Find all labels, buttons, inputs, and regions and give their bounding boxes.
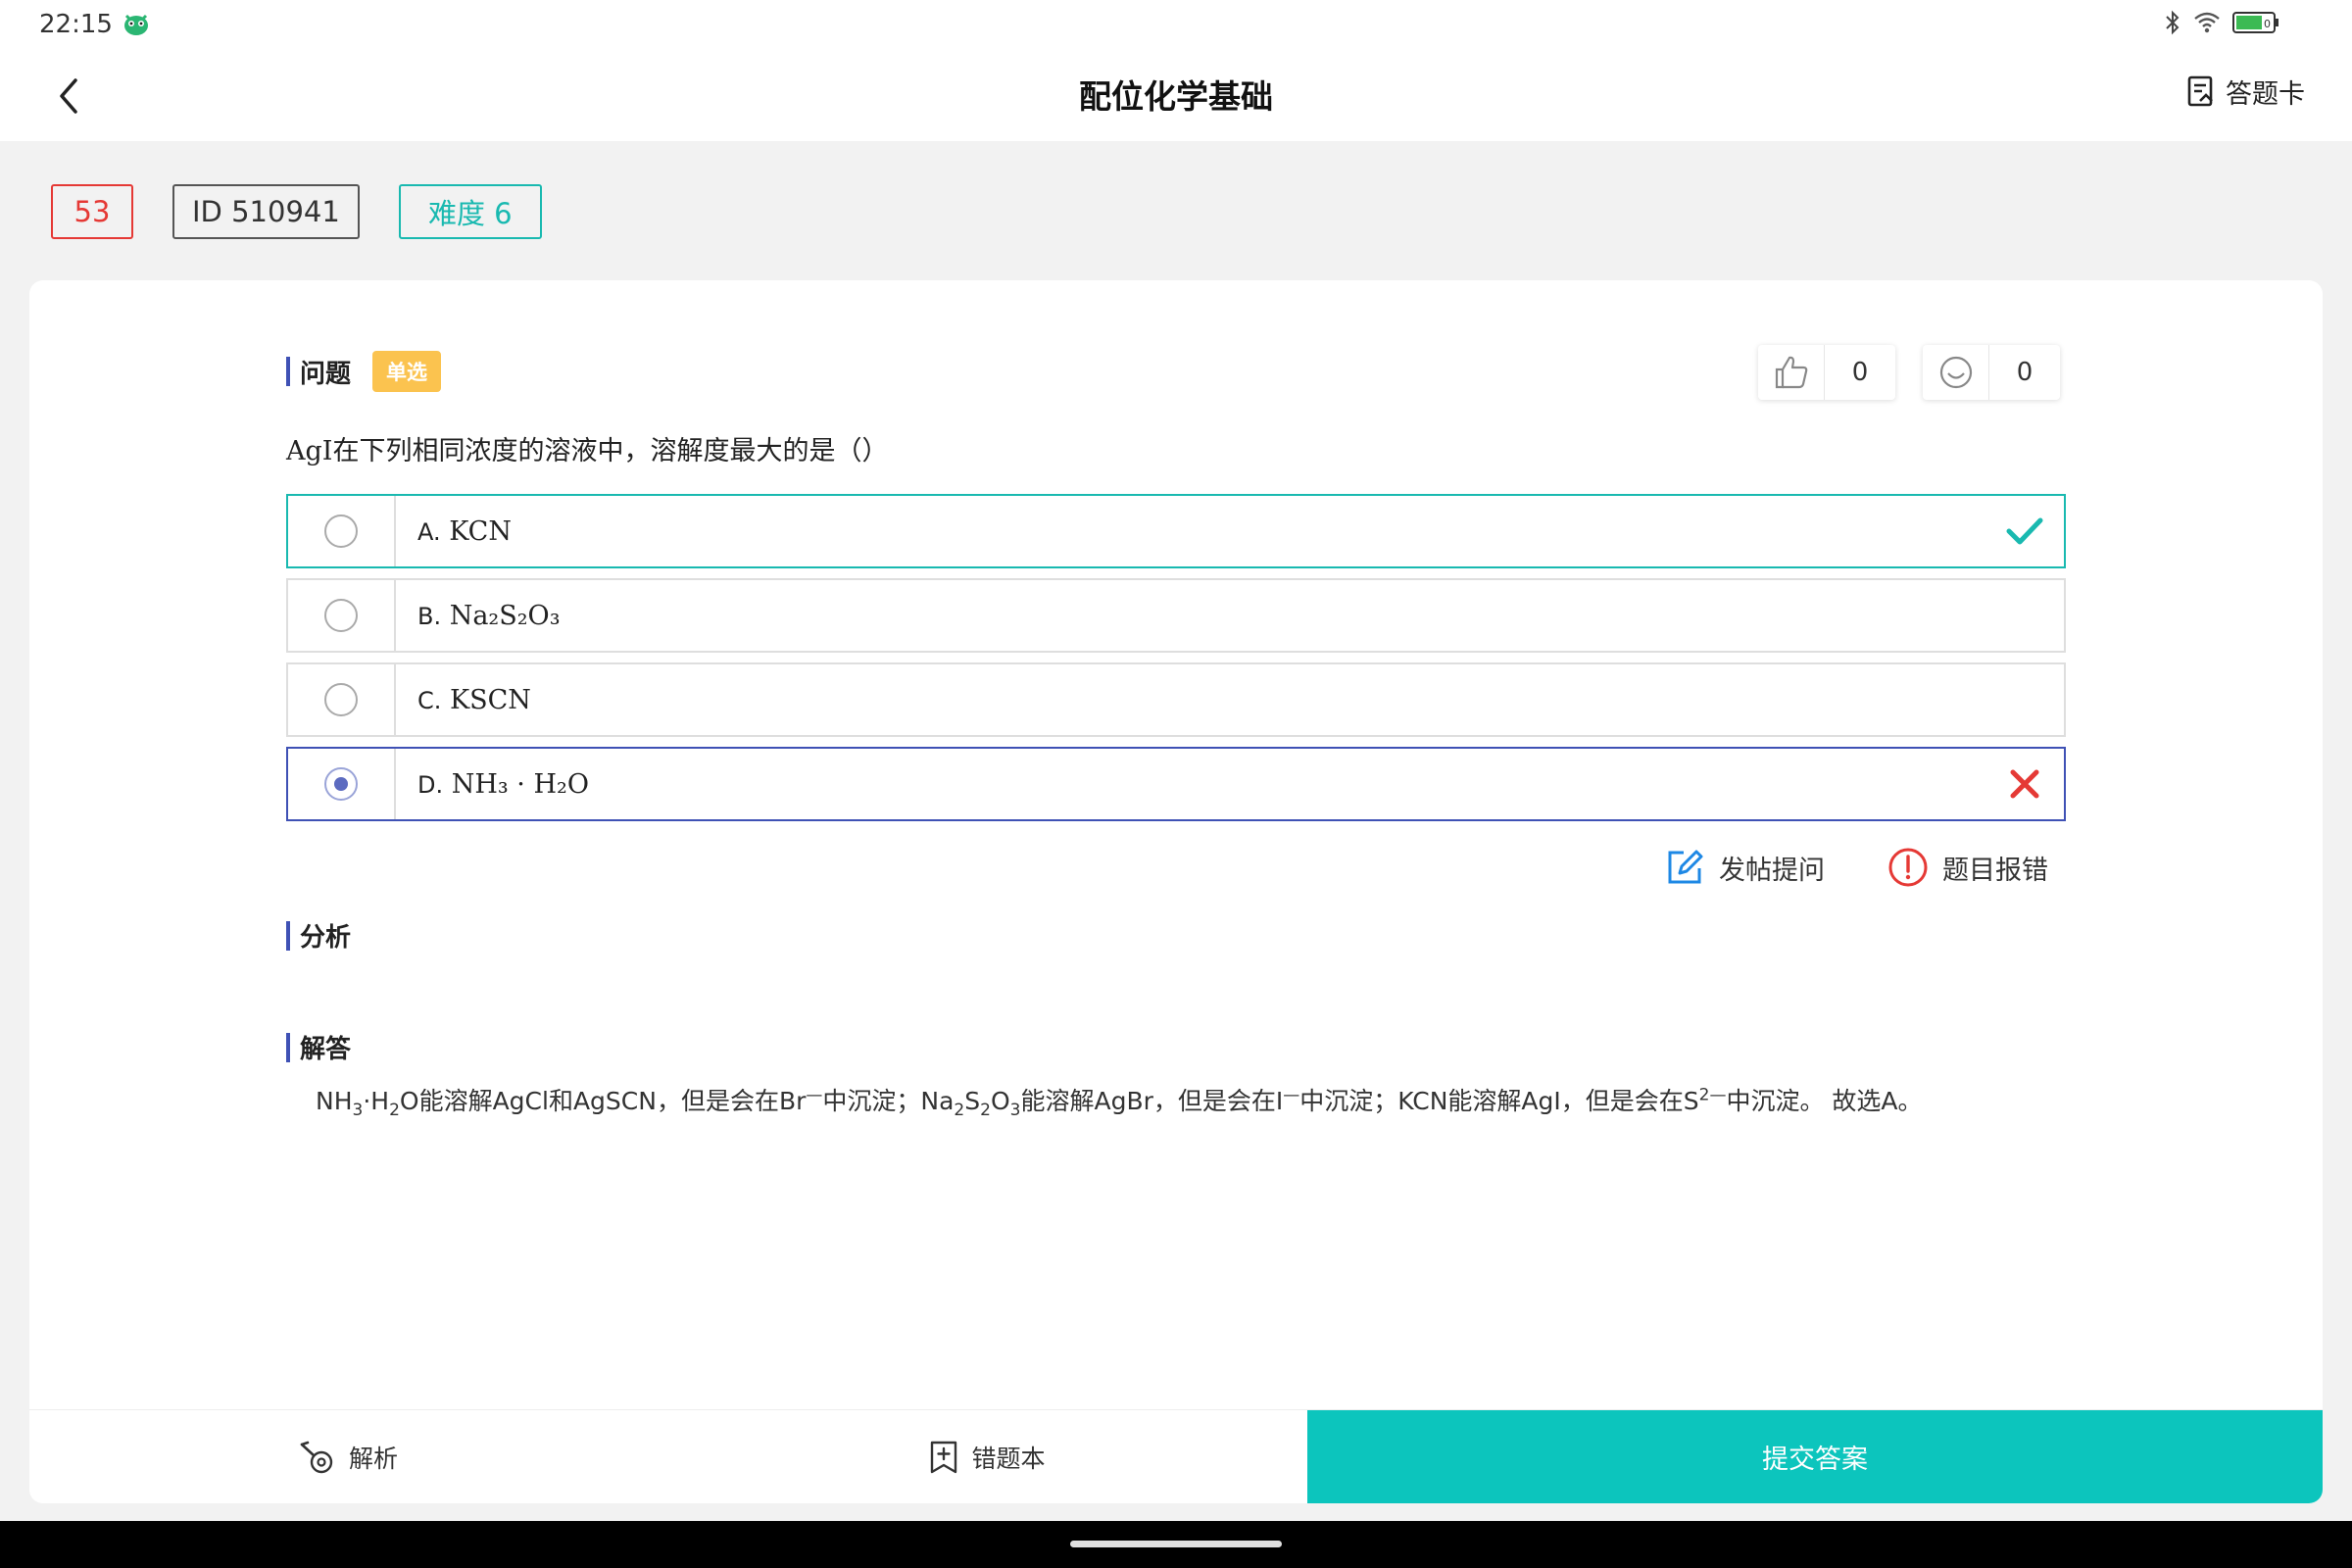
- option-c[interactable]: C. KSCN: [286, 662, 2066, 737]
- status-time: 22:15: [39, 10, 113, 39]
- question-card: 问题 单选 0 0 AgI在下列相同浓度的溶液中，溶解度最大的是（） A. KC…: [29, 280, 2323, 1503]
- solution-sub: 2: [980, 1101, 991, 1120]
- post-question-button[interactable]: 发帖提问: [1664, 847, 1825, 888]
- analysis-section-title: 分析: [300, 923, 352, 953]
- question-stem: AgI在下列相同浓度的溶液中，溶解度最大的是（）: [286, 436, 889, 466]
- question-section-header: 问题 单选: [286, 351, 442, 392]
- option-d-letter: D.: [417, 770, 444, 799]
- wifi-icon: [2193, 11, 2221, 38]
- option-b-label: B. Na₂S₂O₃: [396, 601, 2064, 631]
- question-number-tag: 53: [51, 184, 133, 239]
- like-button[interactable]: 0: [1758, 345, 1895, 400]
- add-bookmark-icon: [931, 1441, 957, 1473]
- question-meta: 53 ID 510941 难度 6: [51, 184, 542, 239]
- solution-sub: 3: [1009, 1101, 1021, 1120]
- option-d-formula: NH₃ · H₂O: [451, 768, 589, 800]
- option-c-label: C. KSCN: [396, 685, 2064, 715]
- top-bar: 配位化学基础 答题卡: [0, 49, 2352, 141]
- solution-part: ·H: [363, 1087, 390, 1115]
- option-a-radio[interactable]: [324, 514, 358, 548]
- analysis-label: 解析: [348, 1444, 398, 1473]
- question-id-tag: ID 510941: [172, 184, 360, 239]
- option-b-letter: B.: [417, 602, 442, 630]
- option-d[interactable]: D. NH₃ · H₂O: [286, 747, 2066, 821]
- solution-section-header: 解答: [286, 1029, 351, 1065]
- answer-card-button[interactable]: 答题卡: [2186, 73, 2305, 111]
- report-error-button[interactable]: 题目报错: [1887, 847, 2048, 888]
- option-c-letter: C.: [417, 686, 442, 714]
- smiley-icon: [1923, 345, 1989, 400]
- difficulty-tag: 难度 6: [398, 184, 542, 239]
- wrong-cross-icon: [1985, 767, 2064, 801]
- option-d-radio[interactable]: [324, 767, 358, 801]
- bottom-action-bar: 解析 错题本 提交答案: [29, 1409, 2323, 1503]
- option-c-radio-cell: [288, 664, 396, 735]
- analysis-section-header: 分析: [286, 917, 351, 954]
- solution-part: NH: [316, 1087, 353, 1115]
- question-type-badge: 单选: [372, 351, 442, 392]
- solution-section-title: 解答: [300, 1035, 352, 1064]
- option-a-letter: A.: [417, 517, 441, 546]
- option-a-formula: KCN: [449, 515, 512, 547]
- status-icons: 0: [2164, 10, 2279, 39]
- solution-sup: —: [806, 1085, 823, 1105]
- solution-part: 中沉淀；KCN能溶解AgI，但是会在S: [1299, 1087, 1699, 1115]
- solution-sub: 2: [389, 1101, 400, 1120]
- analysis-icon: [300, 1441, 333, 1473]
- wrong-book-label: 错题本: [971, 1444, 1046, 1473]
- option-a-radio-cell: [288, 496, 396, 566]
- question-section-title: 问题: [300, 359, 352, 389]
- solution-part: 中沉淀。 故选A。: [1726, 1087, 1923, 1115]
- wrong-book-button[interactable]: 错题本: [666, 1410, 1307, 1503]
- option-b[interactable]: B. Na₂S₂O₃: [286, 578, 2066, 653]
- answer-card-label: 答题卡: [2226, 79, 2305, 110]
- submit-answer-button[interactable]: 提交答案: [1307, 1410, 2323, 1503]
- option-b-radio[interactable]: [324, 599, 358, 632]
- section-bar: [286, 357, 290, 386]
- solution-sup: —: [1283, 1085, 1300, 1105]
- correct-check-icon: [1985, 515, 2064, 547]
- app-mascot-icon: [122, 10, 151, 37]
- option-b-radio-cell: [288, 580, 396, 651]
- solution-sub: 2: [954, 1101, 965, 1120]
- solution-part: O能溶解AgCl和AgSCN，但是会在Br: [399, 1087, 807, 1115]
- option-c-formula: KSCN: [449, 684, 531, 715]
- solution-part: O: [990, 1087, 1010, 1115]
- question-actions: 发帖提问 题目报错: [1664, 847, 2048, 888]
- solution-text: NH3·H2O能溶解AgCl和AgSCN，但是会在Br—中沉淀；Na2S2O3能…: [316, 1082, 1923, 1120]
- page-title: 配位化学基础: [1079, 77, 1273, 116]
- section-bar: [286, 1032, 290, 1062]
- system-navigation-bar: [0, 1521, 2352, 1568]
- analysis-button[interactable]: 解析: [29, 1410, 666, 1503]
- like-count: 0: [1851, 358, 1869, 387]
- option-c-radio[interactable]: [324, 683, 358, 716]
- home-gesture-handle[interactable]: [1070, 1541, 1282, 1547]
- bluetooth-icon: [2164, 10, 2181, 39]
- report-error-label: 题目报错: [1942, 855, 2048, 886]
- status-bar: 22:15 0: [0, 0, 2352, 49]
- alert-icon: [1888, 848, 1928, 887]
- option-d-label: D. NH₃ · H₂O: [396, 769, 1985, 800]
- thumbs-up-icon: [1758, 345, 1825, 400]
- section-bar: [286, 920, 290, 951]
- option-a[interactable]: A. KCN: [286, 494, 2066, 568]
- solution-part: 能溶解AgBr，但是会在I: [1020, 1087, 1284, 1115]
- solution-part: S: [964, 1087, 981, 1115]
- post-question-label: 发帖提问: [1719, 855, 1825, 886]
- reaction-button[interactable]: 0: [1923, 345, 2060, 400]
- option-b-formula: Na₂S₂O₃: [449, 600, 561, 631]
- answer-sheet-icon: [2187, 75, 2213, 106]
- solution-sub: 3: [352, 1101, 364, 1120]
- solution-part: 中沉淀；Na: [822, 1087, 955, 1115]
- option-a-label: A. KCN: [396, 516, 1985, 547]
- edit-icon: [1668, 850, 1703, 884]
- solution-sup: 2—: [1698, 1085, 1727, 1105]
- battery-icon: 0: [2232, 11, 2279, 38]
- battery-level: 0: [2264, 18, 2271, 30]
- option-d-radio-cell: [288, 749, 396, 819]
- reaction-count: 0: [2016, 358, 2034, 387]
